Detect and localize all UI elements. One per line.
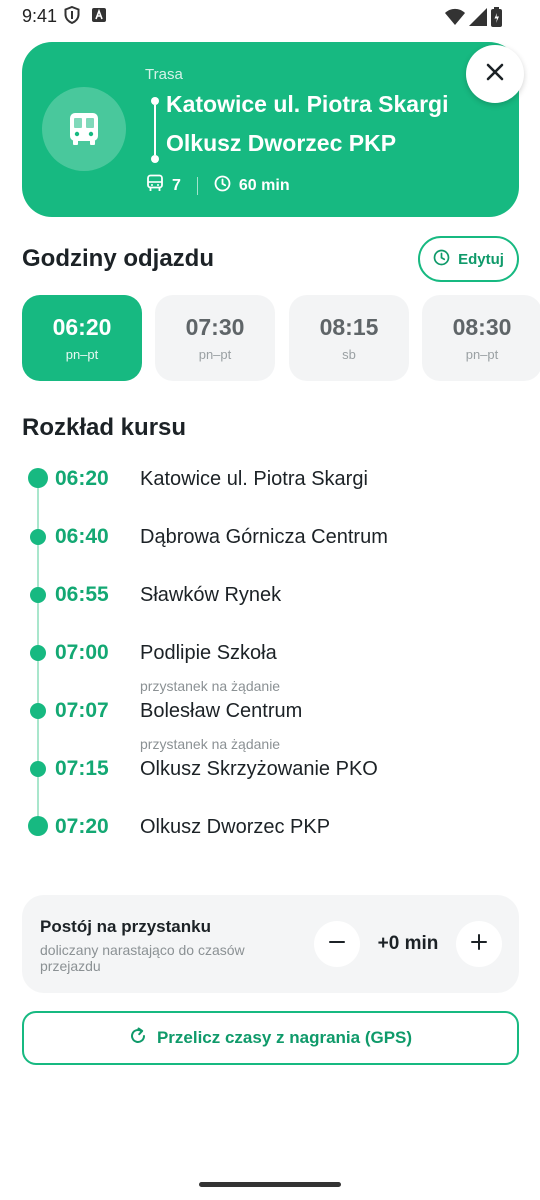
a-icon: [92, 8, 106, 27]
stop-node: [30, 703, 46, 719]
minus-icon: [328, 933, 346, 956]
decrease-dwell-button[interactable]: [314, 921, 360, 967]
stop-name: Olkusz Skrzyżowanie PKO: [140, 758, 378, 780]
route-duration: 60 min: [238, 176, 290, 194]
stop-name: Bolesław Centrum: [140, 700, 303, 722]
stop-name: Podlipie Szkoła: [140, 642, 277, 664]
departure-chip[interactable]: 08:15 sb: [289, 295, 409, 381]
stop-node: [30, 529, 46, 545]
schedule-stop: 07:00 Podlipie Szkoła: [22, 637, 520, 677]
stop-name: Dąbrowa Górnicza Centrum: [140, 526, 388, 548]
departure-chip[interactable]: 07:30 pn–pt: [155, 295, 275, 381]
departure-chip[interactable]: 08:30 pn–pt: [422, 295, 540, 381]
stop-time: 06:40: [55, 525, 109, 548]
route-stops-count: 7: [172, 176, 181, 194]
stop-name: Olkusz Dworzec PKP: [140, 816, 331, 838]
stop-note: przystanek na żądanie: [140, 736, 281, 752]
battery-icon: [491, 7, 502, 32]
dwell-card: Postój na przystanku doliczany narastają…: [22, 895, 519, 993]
departure-days: sb: [342, 347, 356, 362]
stop-node: [30, 587, 46, 603]
dwell-subtitle: doliczany narastająco do czasów przejazd…: [40, 942, 245, 974]
stop-time: 06:55: [55, 583, 109, 606]
shield-icon: [64, 5, 80, 29]
departure-days: pn–pt: [198, 347, 232, 362]
route-origin: Katowice ul. Piotra Skargi: [166, 91, 449, 117]
departure-chips: 06:20 pn–pt 07:30 pn–pt 08:15 sb 08:30 p…: [22, 295, 540, 381]
wifi-icon: [445, 8, 465, 31]
gps-button-label: Przelicz czasy z nagrania (GPS): [156, 1028, 413, 1047]
status-bar: 9:41: [0, 0, 540, 34]
route-label: Trasa: [145, 66, 183, 83]
departures-title: Godziny odjazdu: [22, 245, 214, 272]
departure-time: 08:30: [452, 314, 512, 340]
bus-icon: [42, 87, 126, 171]
stop-note: przystanek na żądanie: [140, 678, 281, 694]
dwell-title: Postój na przystanku: [40, 917, 211, 936]
stop-time: 07:15: [55, 757, 109, 780]
departure-days: pn–pt: [65, 347, 99, 362]
stop-time: 07:20: [55, 815, 109, 838]
dwell-value: +0 min: [377, 933, 439, 954]
schedule-stop: 06:20 Katowice ul. Piotra Skargi: [22, 463, 520, 503]
departure-time: 08:15: [319, 314, 379, 340]
increase-dwell-button[interactable]: [456, 921, 502, 967]
schedule-stop: 07:20 Olkusz Dworzec PKP: [22, 811, 520, 851]
stop-time: 06:20: [55, 467, 109, 490]
refresh-icon: [129, 1027, 147, 1050]
schedule-stop: przystanek na żądanie 07:07 Bolesław Cen…: [22, 678, 520, 735]
schedule-title: Rozkład kursu: [22, 414, 187, 441]
route-meta: 7 60 min: [146, 174, 290, 197]
stop-node: [30, 645, 46, 661]
departure-chip[interactable]: 06:20 pn–pt: [22, 295, 142, 381]
schedule-stop: 06:40 Dąbrowa Górnicza Centrum: [22, 521, 520, 561]
schedule-stop: 06:55 Sławków Rynek: [22, 579, 520, 619]
stop-node: [30, 761, 46, 777]
schedule-stop: przystanek na żądanie 07:15 Olkusz Skrzy…: [22, 736, 520, 793]
stop-node: [28, 816, 48, 836]
stop-name: Sławków Rynek: [140, 584, 282, 606]
stop-name: Katowice ul. Piotra Skargi: [140, 468, 368, 490]
meta-divider: [196, 176, 198, 195]
stop-time: 07:00: [55, 641, 109, 664]
plus-icon: [470, 933, 488, 956]
edit-departures-button[interactable]: Edytuj: [418, 236, 519, 282]
status-time: 9:41: [22, 6, 58, 26]
clock-icon: [214, 175, 231, 197]
route-line: [150, 97, 160, 163]
route-destination: Olkusz Dworzec PKP: [166, 130, 397, 156]
bus-stops-icon: [146, 174, 164, 197]
signal-icon: [469, 8, 487, 31]
recalculate-gps-button[interactable]: Przelicz czasy z nagrania (GPS): [22, 1011, 519, 1065]
stop-time: 07:07: [55, 699, 109, 722]
departure-time: 07:30: [185, 314, 245, 340]
close-button[interactable]: [466, 45, 524, 103]
route-card: Trasa Katowice ul. Piotra Skargi Olkusz …: [22, 42, 519, 217]
edit-label: Edytuj: [458, 250, 504, 268]
clock-icon: [433, 249, 450, 270]
departure-days: pn–pt: [465, 347, 499, 362]
schedule-timeline: 06:20 Katowice ul. Piotra Skargi 06:40 D…: [22, 460, 520, 860]
home-indicator[interactable]: [199, 1182, 341, 1187]
stop-node: [28, 468, 48, 488]
departure-time: 06:20: [52, 314, 112, 340]
close-icon: [486, 63, 504, 86]
